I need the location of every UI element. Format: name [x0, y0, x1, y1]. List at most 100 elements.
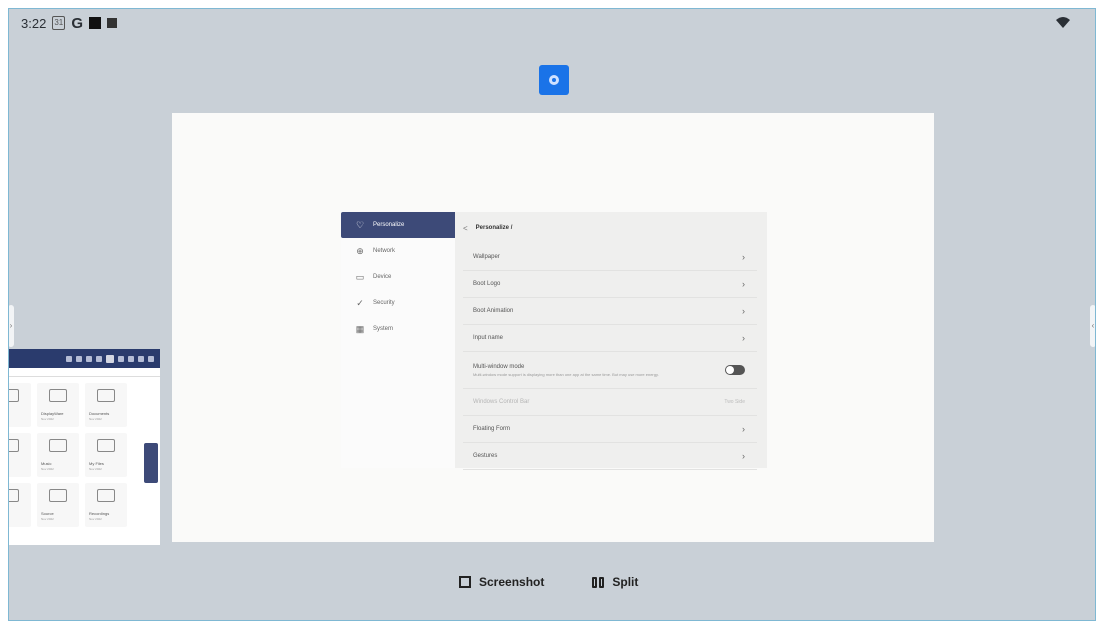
- folder-icon: [97, 389, 115, 402]
- settings-sidebar: ♡ Personalize ⊕ Network ▭ Device ✓ Security ▦ Sys…: [341, 212, 455, 468]
- google-icon: G: [71, 14, 83, 32]
- globe-icon: ⊕: [356, 245, 364, 256]
- notification-icon-2: [106, 18, 117, 28]
- toolbar-icon: [66, 355, 72, 362]
- folder-tile[interactable]: [9, 383, 31, 427]
- folder-name: My Files: [89, 461, 104, 466]
- settings-window: ♡ Personalize ⊕ Network ▭ Device ✓ Security ▦ Sys…: [341, 212, 767, 470]
- right-edge-handle[interactable]: ‹: [1090, 305, 1095, 347]
- folder-tile[interactable]: Recordings Nov 2022: [85, 483, 127, 527]
- folder-date: Nov 2022: [89, 417, 102, 421]
- split-icon: [592, 576, 605, 588]
- folder-tile[interactable]: Music Nov 2022: [37, 433, 79, 477]
- row-label: Floating Form: [473, 426, 511, 432]
- folder-name: Recordings: [89, 511, 110, 516]
- toolbar-icon: [148, 355, 154, 362]
- sidebar-item-security[interactable]: ✓ Security: [341, 290, 455, 316]
- setting-row[interactable]: Wallpaper ›: [463, 244, 757, 271]
- monitor-icon: ▭: [355, 271, 365, 282]
- toolbar-icon: [106, 354, 114, 363]
- split-button[interactable]: Split: [592, 575, 638, 589]
- folder-name: Documents: [89, 411, 110, 416]
- folder-date: Nov 2022: [41, 467, 54, 471]
- folder-date: Nov 2022: [89, 467, 102, 471]
- screenshot-button[interactable]: Screenshot: [459, 575, 544, 589]
- row-label: Boot Logo: [473, 281, 501, 287]
- recent-apps-overview: 3:22 31 G › ‹ ♡ Personalize ⊕ Network ▭ Devic…: [8, 8, 1096, 621]
- folder-tile[interactable]: [9, 433, 31, 477]
- setting-row[interactable]: Gestures ›: [463, 443, 757, 470]
- folder-icon: [97, 489, 115, 502]
- folder-icon: [9, 389, 19, 402]
- folder-tile[interactable]: Source Nov 2022: [37, 483, 79, 527]
- toolbar-icon: [86, 355, 92, 362]
- screenshot-icon: [459, 576, 471, 588]
- chevron-right-icon: ›: [742, 451, 745, 461]
- multi-window-toggle[interactable]: [725, 365, 745, 375]
- chevron-right-icon: ›: [742, 424, 745, 434]
- chevron-right-icon: ›: [742, 333, 745, 343]
- folder-name: Music: [41, 461, 52, 466]
- back-icon[interactable]: <: [463, 224, 468, 233]
- settings-content: < Personalize / Wallpaper › Boot Logo › Boot…: [455, 212, 767, 470]
- wifi-icon: [1056, 17, 1070, 28]
- toolbar-icon: [96, 355, 102, 362]
- folder-date: Nov 2022: [41, 417, 54, 421]
- folder-name: Source: [41, 511, 54, 516]
- windows-control-bar-row: Windows Control Bar Two Side: [463, 389, 757, 416]
- toolbar-icon: [128, 355, 134, 362]
- folder-icon: [49, 489, 67, 502]
- row-label: Wallpaper: [473, 254, 500, 260]
- folder-tile[interactable]: Documents Nov 2022: [85, 383, 127, 427]
- left-edge-handle[interactable]: ›: [9, 305, 14, 347]
- chevron-right-icon: ›: [742, 279, 745, 289]
- multi-window-label: Multi-window mode: [473, 363, 525, 370]
- heart-icon: ♡: [355, 219, 365, 230]
- setting-row[interactable]: Input name ›: [463, 325, 757, 352]
- file-manager-thumbnail[interactable]: DisplayWare Nov 2022 Documents Nov 2022 Musi…: [9, 349, 160, 545]
- toolbar-icon: [76, 355, 82, 362]
- split-label: Split: [612, 575, 639, 589]
- folder-name: DisplayWare: [41, 411, 64, 416]
- row-label: Gestures: [473, 453, 498, 459]
- overview-actions: Screenshot Split: [459, 575, 638, 589]
- settings-app-card[interactable]: ♡ Personalize ⊕ Network ▭ Device ✓ Security ▦ Sys…: [172, 113, 934, 542]
- folder-tile[interactable]: DisplayWare Nov 2022: [37, 383, 79, 427]
- grid-icon: ▦: [355, 323, 365, 334]
- sidebar-item-label: Device: [373, 274, 392, 280]
- status-bar: 3:22 31 G: [21, 13, 117, 33]
- folder-tile[interactable]: [9, 483, 31, 527]
- calendar-icon: 31: [52, 16, 66, 30]
- folder-icon: [9, 489, 19, 502]
- sidebar-item-device[interactable]: ▭ Device: [341, 264, 455, 290]
- folder-icon: [49, 439, 67, 452]
- breadcrumb: < Personalize /: [463, 212, 757, 244]
- folder-icon: [97, 439, 115, 452]
- chevron-right-icon: ›: [742, 306, 745, 316]
- multi-window-row[interactable]: Multi-window mode Multi-window mode supp…: [463, 352, 757, 389]
- setting-row[interactable]: Boot Animation ›: [463, 298, 757, 325]
- toolbar-icon: [138, 355, 144, 362]
- row-label: Input name: [473, 335, 504, 341]
- folder-date: Nov 2022: [41, 517, 54, 521]
- folder-icon: [49, 389, 67, 402]
- sidebar-item-label: Personalize: [373, 222, 405, 228]
- breadcrumb-label: Personalize /: [475, 225, 513, 231]
- chevron-right-icon: ›: [742, 252, 745, 262]
- setting-row[interactable]: Boot Logo ›: [463, 271, 757, 298]
- sidebar-item-label: System: [373, 326, 394, 332]
- folder-tile[interactable]: My Files Nov 2022: [85, 433, 127, 477]
- gear-icon: [549, 75, 559, 85]
- sidebar-item-network[interactable]: ⊕ Network: [341, 238, 455, 264]
- notification-icon: [88, 17, 101, 29]
- setting-row[interactable]: Floating Form ›: [463, 416, 757, 443]
- screenshot-label: Screenshot: [479, 575, 545, 589]
- file-manager-side-panel: [144, 443, 158, 483]
- sidebar-item-system[interactable]: ▦ System: [341, 316, 455, 342]
- multi-window-desc: Multi-window mode support is displaying …: [473, 371, 659, 377]
- file-manager-subbar: [9, 368, 160, 377]
- sidebar-item-label: Security: [373, 300, 395, 306]
- shield-icon: ✓: [356, 297, 364, 308]
- settings-app-icon[interactable]: [539, 65, 569, 95]
- sidebar-item-personalize[interactable]: ♡ Personalize: [341, 212, 455, 238]
